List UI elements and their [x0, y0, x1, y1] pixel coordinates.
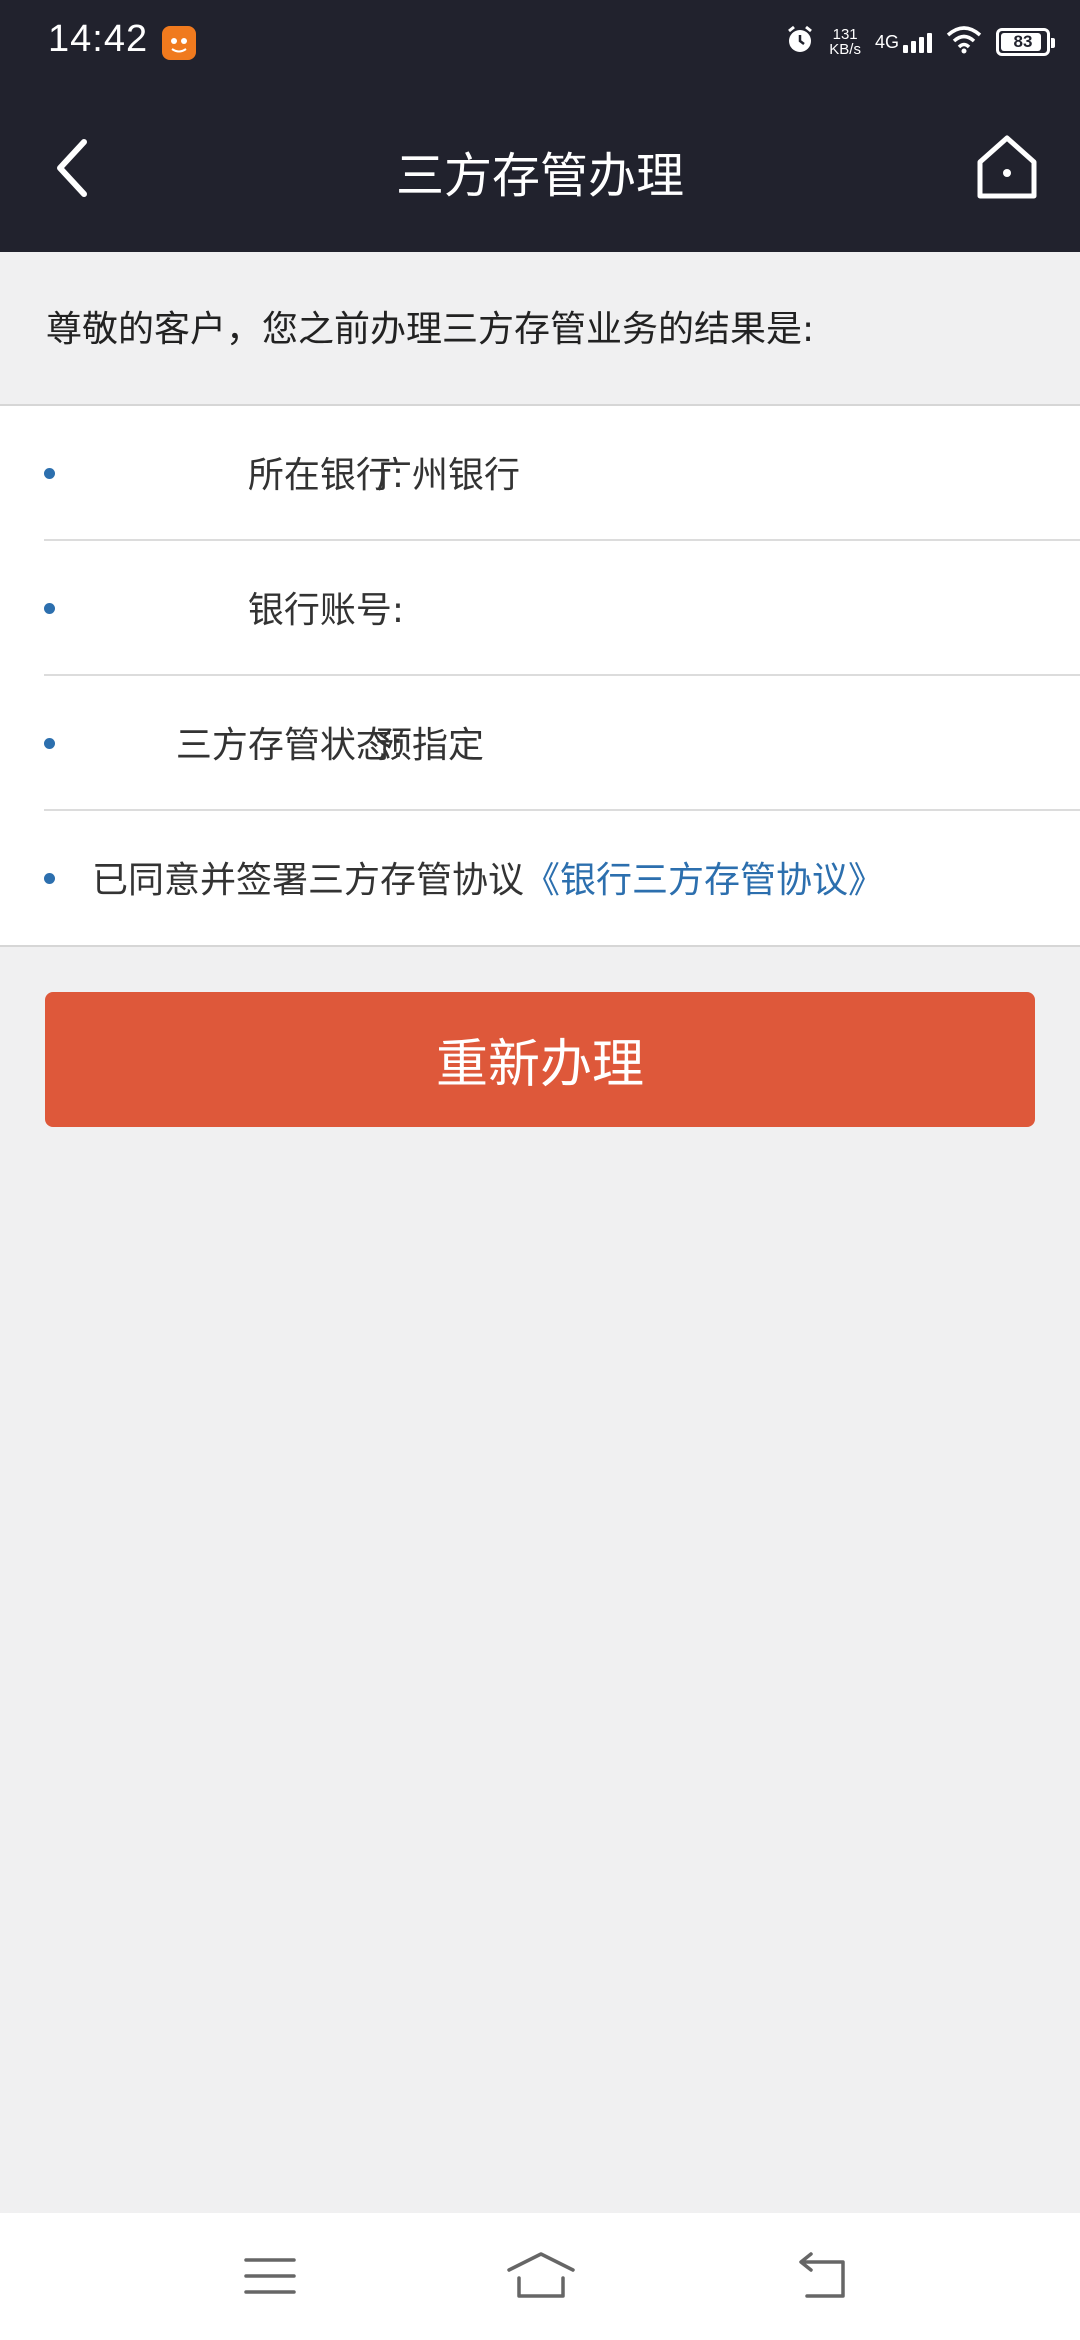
bullet-dot	[44, 738, 55, 749]
network-type: 4G	[874, 31, 899, 52]
intro-text: 尊敬的客户，您之前办理三方存管业务的结果是:	[46, 309, 815, 350]
system-nav-bar	[0, 2213, 1080, 2340]
status-bar: 14:42 131 KB/s 4G 83	[0, 0, 1080, 84]
bank-value: 广州银行	[376, 455, 521, 496]
wifi-icon	[946, 25, 982, 59]
info-row-account: 银行账号:	[44, 541, 1080, 676]
redo-button[interactable]: 重新办理	[45, 992, 1035, 1127]
agreement-statement: 已同意并签署三方存管协议《银行三方存管协议》	[92, 851, 884, 903]
info-row-status: 三方存管状态: 预指定	[44, 676, 1080, 811]
header: 三方存管办理	[0, 84, 1080, 252]
status-icons: 131 KB/s 4G 83	[785, 18, 1055, 66]
agreement-text: 已同意并签署三方存管协议	[92, 860, 525, 901]
back-nav-icon[interactable]	[793, 2248, 853, 2304]
battery-icon: 83	[996, 28, 1055, 56]
network-speed: 131 KB/s	[829, 27, 861, 57]
home-icon[interactable]	[974, 134, 1040, 200]
top-area: 14:42 131 KB/s 4G 83 三方存管办理	[0, 0, 1080, 252]
speed-unit: KB/s	[829, 41, 861, 58]
bullet-dot	[44, 468, 55, 479]
account-label: 银行账号:	[247, 590, 404, 631]
alarm-icon	[785, 25, 815, 59]
menu-icon[interactable]	[240, 2248, 300, 2304]
agreement-link[interactable]: 《银行三方存管协议》	[524, 860, 884, 901]
signal-icon: 4G	[875, 32, 932, 53]
bullet-dot	[44, 873, 55, 884]
info-row-agreement: 已同意并签署三方存管协议《银行三方存管协议》	[44, 811, 1080, 946]
battery-level: 83	[1013, 32, 1033, 51]
status-time: 14:42	[48, 18, 149, 60]
speed-value: 131	[832, 26, 858, 43]
info-row-bank: 所在银行: 广州银行	[44, 406, 1080, 541]
home-nav-icon[interactable]	[505, 2248, 577, 2304]
page-title: 三方存管办理	[395, 148, 684, 204]
result-card: 所在银行: 广州银行 银行账号: 三方存管状态: 预指定 已同意并签署三方存管协…	[0, 404, 1080, 947]
bullet-dot	[44, 603, 55, 614]
status-label: 三方存管状态:	[175, 725, 404, 766]
status-value: 预指定	[376, 725, 485, 766]
app-notification-icon	[162, 26, 196, 60]
